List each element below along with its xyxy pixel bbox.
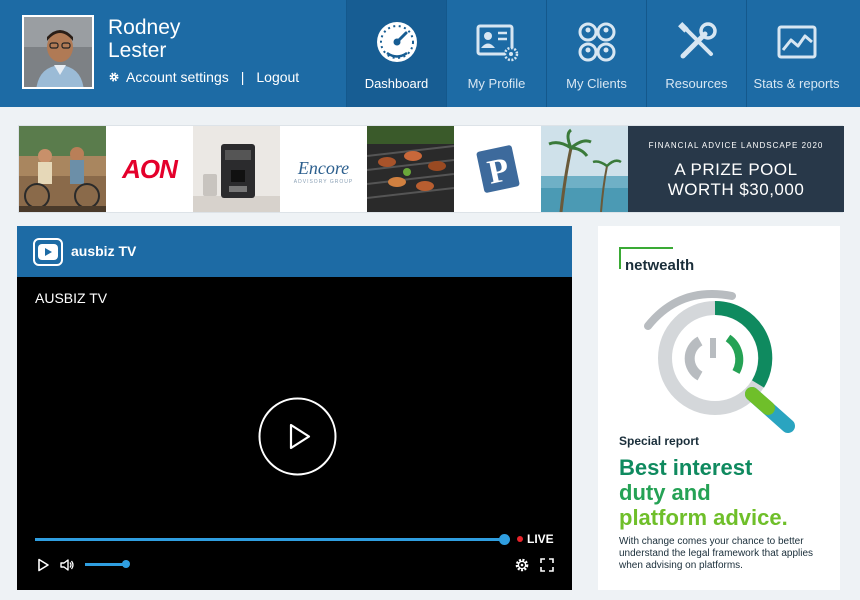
ad-kicker: Special report	[619, 434, 700, 448]
banner-promo[interactable]: FINANCIAL ADVICE LANDSCAPE 2020 A PRIZE …	[628, 126, 844, 212]
nav-resources[interactable]: Resources	[646, 0, 746, 107]
video-progress-bar[interactable]	[35, 538, 505, 541]
nav-dashboard[interactable]: Dashboard	[346, 0, 446, 107]
netwealth-ad[interactable]: netwealth Special report Best interest d…	[598, 226, 840, 590]
main-nav: Dashboard My Profile My Clients Resource…	[346, 0, 846, 107]
nav-label-my-profile: My Profile	[467, 76, 526, 91]
nav-label-my-clients: My Clients	[566, 76, 627, 91]
banner-p-logo[interactable]: P	[454, 126, 541, 212]
promo-line-1: A PRIZE POOL	[674, 160, 798, 179]
aon-logo-text: AON	[122, 154, 178, 184]
live-dot	[517, 536, 523, 542]
banner-aon-logo[interactable]: AON	[106, 126, 193, 212]
ad-body-text: With change comes your chance to better …	[619, 536, 814, 571]
user-first-name: Rodney	[108, 16, 181, 39]
sponsor-banner[interactable]: AON Encore ADVISORY GROUP P FINANCIAL AD…	[18, 125, 844, 213]
gear-icon[interactable]	[108, 71, 120, 83]
clients-group-icon	[578, 22, 615, 62]
settings-gear-icon[interactable]	[514, 557, 530, 573]
volume-icon[interactable]	[59, 557, 75, 573]
promo-line-2: WORTH $30,000	[667, 180, 805, 199]
avatar[interactable]	[22, 15, 94, 89]
youtube-icon	[33, 238, 63, 266]
video-panel-header: ausbiz TV	[17, 226, 572, 277]
profile-card-icon	[476, 24, 518, 62]
video-progress-thumb[interactable]	[499, 534, 510, 545]
nav-stats-reports[interactable]: Stats & reports	[746, 0, 846, 107]
link-separator: |	[240, 69, 245, 85]
promo-small-text: FINANCIAL ADVICE LANDSCAPE 2020	[648, 141, 824, 150]
user-name: Rodney Lester	[108, 16, 308, 62]
banner-bicycle-photo[interactable]	[19, 126, 106, 212]
user-links: Account settings | Logout	[108, 69, 299, 85]
encore-logo-subtext: ADVISORY GROUP	[293, 179, 354, 185]
nav-label-stats-reports: Stats & reports	[753, 76, 840, 91]
chart-image-icon	[777, 25, 816, 59]
live-label: LIVE	[527, 532, 554, 546]
promo-big-text: A PRIZE POOL WORTH $30,000	[628, 160, 844, 200]
ad-headline-line-2: duty and	[619, 480, 711, 505]
banner-beach-photo[interactable]	[541, 126, 628, 212]
tools-icon	[677, 22, 717, 59]
top-header: Rodney Lester Account settings | Logout …	[0, 0, 860, 107]
nav-my-clients[interactable]: My Clients	[546, 0, 646, 107]
banner-coffee-machine[interactable]	[193, 126, 280, 212]
encore-logo-text: Encore	[297, 158, 350, 178]
play-icon[interactable]	[35, 557, 51, 573]
ad-headline-line-3: platform advice.	[619, 505, 788, 530]
live-indicator[interactable]: LIVE	[517, 532, 554, 546]
logo-bar-top	[619, 247, 673, 249]
nav-my-profile[interactable]: My Profile	[446, 0, 546, 107]
video-panel: ausbiz TV AUSBIZ TV LIVE	[17, 226, 572, 590]
logout-link[interactable]: Logout	[256, 69, 299, 85]
user-last-name: Lester	[108, 39, 167, 62]
video-title: AUSBIZ TV	[35, 290, 108, 306]
volume-slider[interactable]	[85, 563, 127, 566]
nav-label-dashboard: Dashboard	[364, 76, 429, 91]
fullscreen-icon[interactable]	[539, 557, 555, 573]
nav-label-resources: Resources	[665, 76, 728, 91]
magnifier-graphic-icon	[644, 290, 795, 433]
logo-bar-left	[619, 247, 621, 269]
ad-headline: Best interest duty and platform advice.	[619, 455, 834, 530]
account-settings-link[interactable]: Account settings	[126, 69, 229, 85]
ad-headline-line-1: Best interest	[619, 455, 753, 480]
play-big-icon[interactable]	[258, 397, 337, 476]
volume-thumb[interactable]	[122, 560, 131, 568]
dashboard-gauge-icon	[376, 22, 417, 62]
banner-encore-logo[interactable]: Encore ADVISORY GROUP	[280, 126, 367, 212]
video-channel-name: ausbiz TV	[71, 243, 137, 259]
netwealth-logo-text: netwealth	[625, 257, 695, 274]
banner-bbq-photo[interactable]	[367, 126, 454, 212]
